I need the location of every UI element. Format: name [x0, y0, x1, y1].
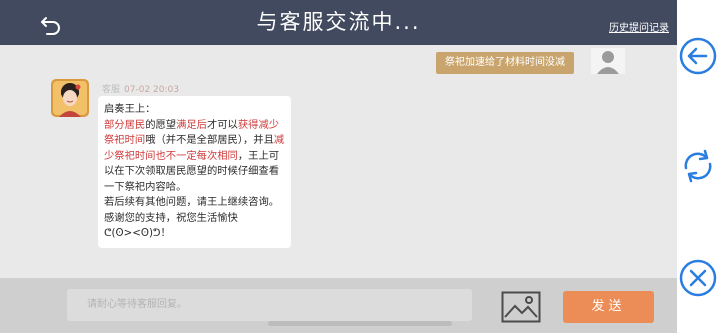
back-button[interactable]	[38, 13, 64, 37]
agent-message-meta: 客服 07-02 20:03	[102, 82, 179, 95]
message-text: 哦（并不是全部居民），并且	[145, 134, 274, 146]
send-button[interactable]: 发送	[563, 291, 654, 323]
refresh-icon	[684, 149, 712, 183]
back-nav-button[interactable]	[678, 36, 718, 76]
page-title: 与客服交流中...	[256, 10, 421, 34]
message-line: ᕦ(ʘ><ʘ)ᕤ！	[104, 227, 171, 239]
message-input[interactable]: 请耐心等待客服回复。	[67, 289, 472, 321]
image-upload-button[interactable]	[501, 291, 541, 323]
close-button[interactable]	[678, 258, 718, 298]
input-placeholder: 请耐心等待客服回复。	[87, 299, 187, 310]
message-paragraph: 部分居民的愿望满足后才可以获得减少祭祀时间哦（并不是全部居民），并且减少祭祀时间…	[104, 118, 286, 196]
chat-area[interactable]: 祭祀加速给了材料时间没减 客服 07-02 20:03 启奏王上： 部分居民的愿…	[0, 45, 677, 278]
message-line: 若后续有其他问题，请王上继续咨询。	[104, 196, 280, 208]
home-indicator	[268, 321, 452, 326]
image-icon	[501, 291, 541, 323]
back-arrow-icon	[41, 17, 60, 35]
app-screen: 与客服交流中... 历史提问记录 祭祀加速给了材料时间没减 客服 07-02 2…	[0, 0, 677, 333]
message-text: 才可以	[206, 118, 238, 131]
message-line: 感谢您的支持，祝您生活愉快	[104, 211, 238, 224]
user-avatar	[591, 48, 625, 74]
highlight-text: 满足后	[176, 118, 207, 131]
side-control-panel	[677, 0, 720, 333]
highlight-text: 部分居民	[104, 118, 146, 131]
close-circle-icon	[679, 259, 717, 297]
user-message-bubble: 祭祀加速给了材料时间没减	[436, 52, 574, 74]
message-line: 启奏王上：	[104, 103, 156, 115]
refresh-button[interactable]	[678, 146, 718, 186]
composer-bar: 请耐心等待客服回复。 发送	[0, 278, 677, 333]
agent-avatar	[51, 79, 89, 117]
message-text: 的愿望	[145, 118, 177, 131]
history-link[interactable]: 历史提问记录	[609, 19, 669, 34]
arrow-left-circle-icon	[679, 37, 717, 75]
agent-role-label: 客服	[102, 85, 121, 95]
top-bar: 与客服交流中... 历史提问记录	[0, 0, 677, 45]
agent-message-bubble: 启奏王上： 部分居民的愿望满足后才可以获得减少祭祀时间哦（并不是全部居民），并且…	[98, 96, 291, 248]
message-timestamp: 07-02 20:03	[124, 85, 179, 95]
